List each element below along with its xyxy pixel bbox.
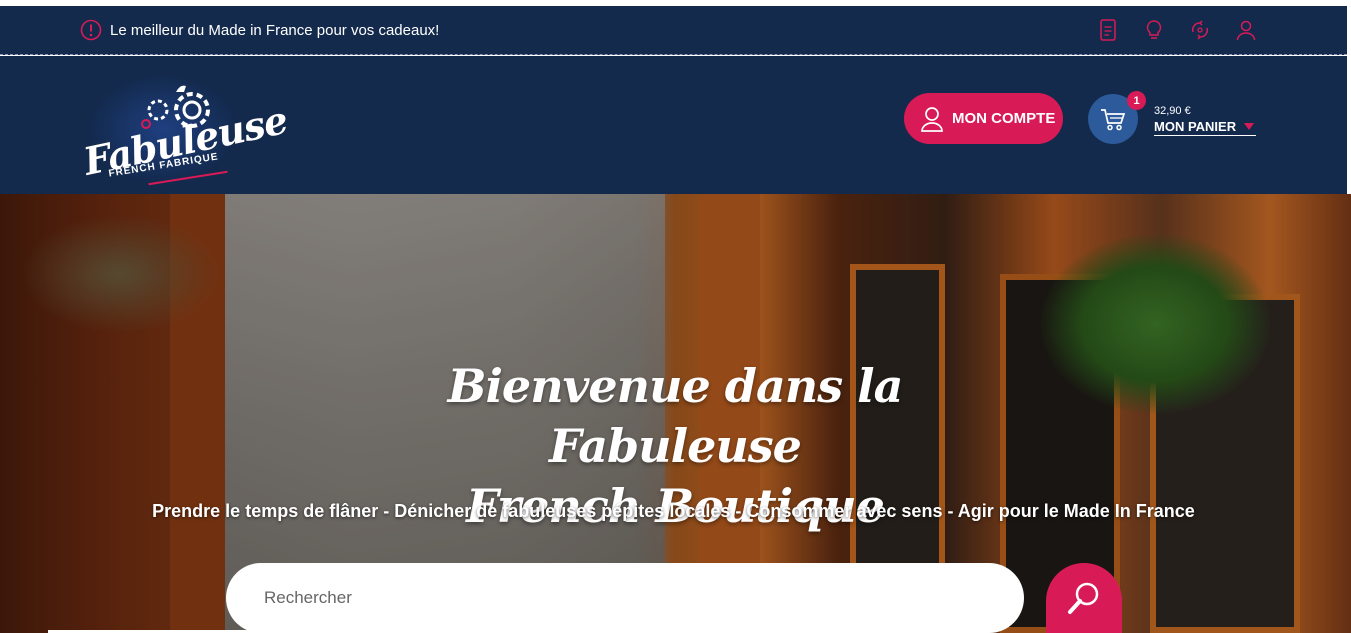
hero-subtitle: Prendre le temps de flâner - Dénicher de… — [152, 501, 1195, 521]
account-user-icon — [921, 106, 943, 132]
lightbulb-icon[interactable] — [1142, 18, 1166, 42]
top-tools — [1096, 18, 1258, 42]
cart-summary: 32,90 € MON PANIER — [1154, 105, 1256, 136]
alert-icon — [80, 19, 102, 41]
hero-banner: Bienvenue dans la Fabuleuse French Bouti… — [0, 194, 1351, 633]
chevron-down-icon — [1244, 123, 1255, 130]
document-icon[interactable] — [1096, 18, 1120, 42]
cart-icon — [1101, 109, 1126, 131]
search-box — [226, 563, 1024, 633]
cart-count-badge: 1 — [1127, 91, 1146, 110]
hero-title-line1: Bienvenue dans la Fabuleuse — [447, 359, 904, 473]
announcement: Le meilleur du Made in France pour vos c… — [80, 19, 439, 41]
recycle-icon[interactable] — [1188, 18, 1212, 42]
top-bar: Le meilleur du Made in France pour vos c… — [0, 6, 1347, 55]
account-button-label: MON COMPTE — [952, 110, 1056, 127]
search-icon — [1068, 582, 1099, 614]
cart-label: MON PANIER — [1154, 119, 1237, 134]
cart-dropdown[interactable]: MON PANIER — [1154, 119, 1256, 136]
account-button[interactable]: MON COMPTE — [904, 93, 1063, 144]
search-input[interactable] — [264, 585, 964, 611]
site-header: Fabuleuse FRENCH FABRIQUE MON COMPTE 1 3… — [0, 56, 1347, 194]
search-button[interactable] — [1046, 563, 1122, 633]
site-logo[interactable]: Fabuleuse FRENCH FABRIQUE — [78, 74, 291, 186]
announcement-text: Le meilleur du Made in France pour vos c… — [110, 21, 440, 39]
cart-price: 32,90 € — [1154, 105, 1191, 117]
user-icon[interactable] — [1234, 18, 1258, 42]
